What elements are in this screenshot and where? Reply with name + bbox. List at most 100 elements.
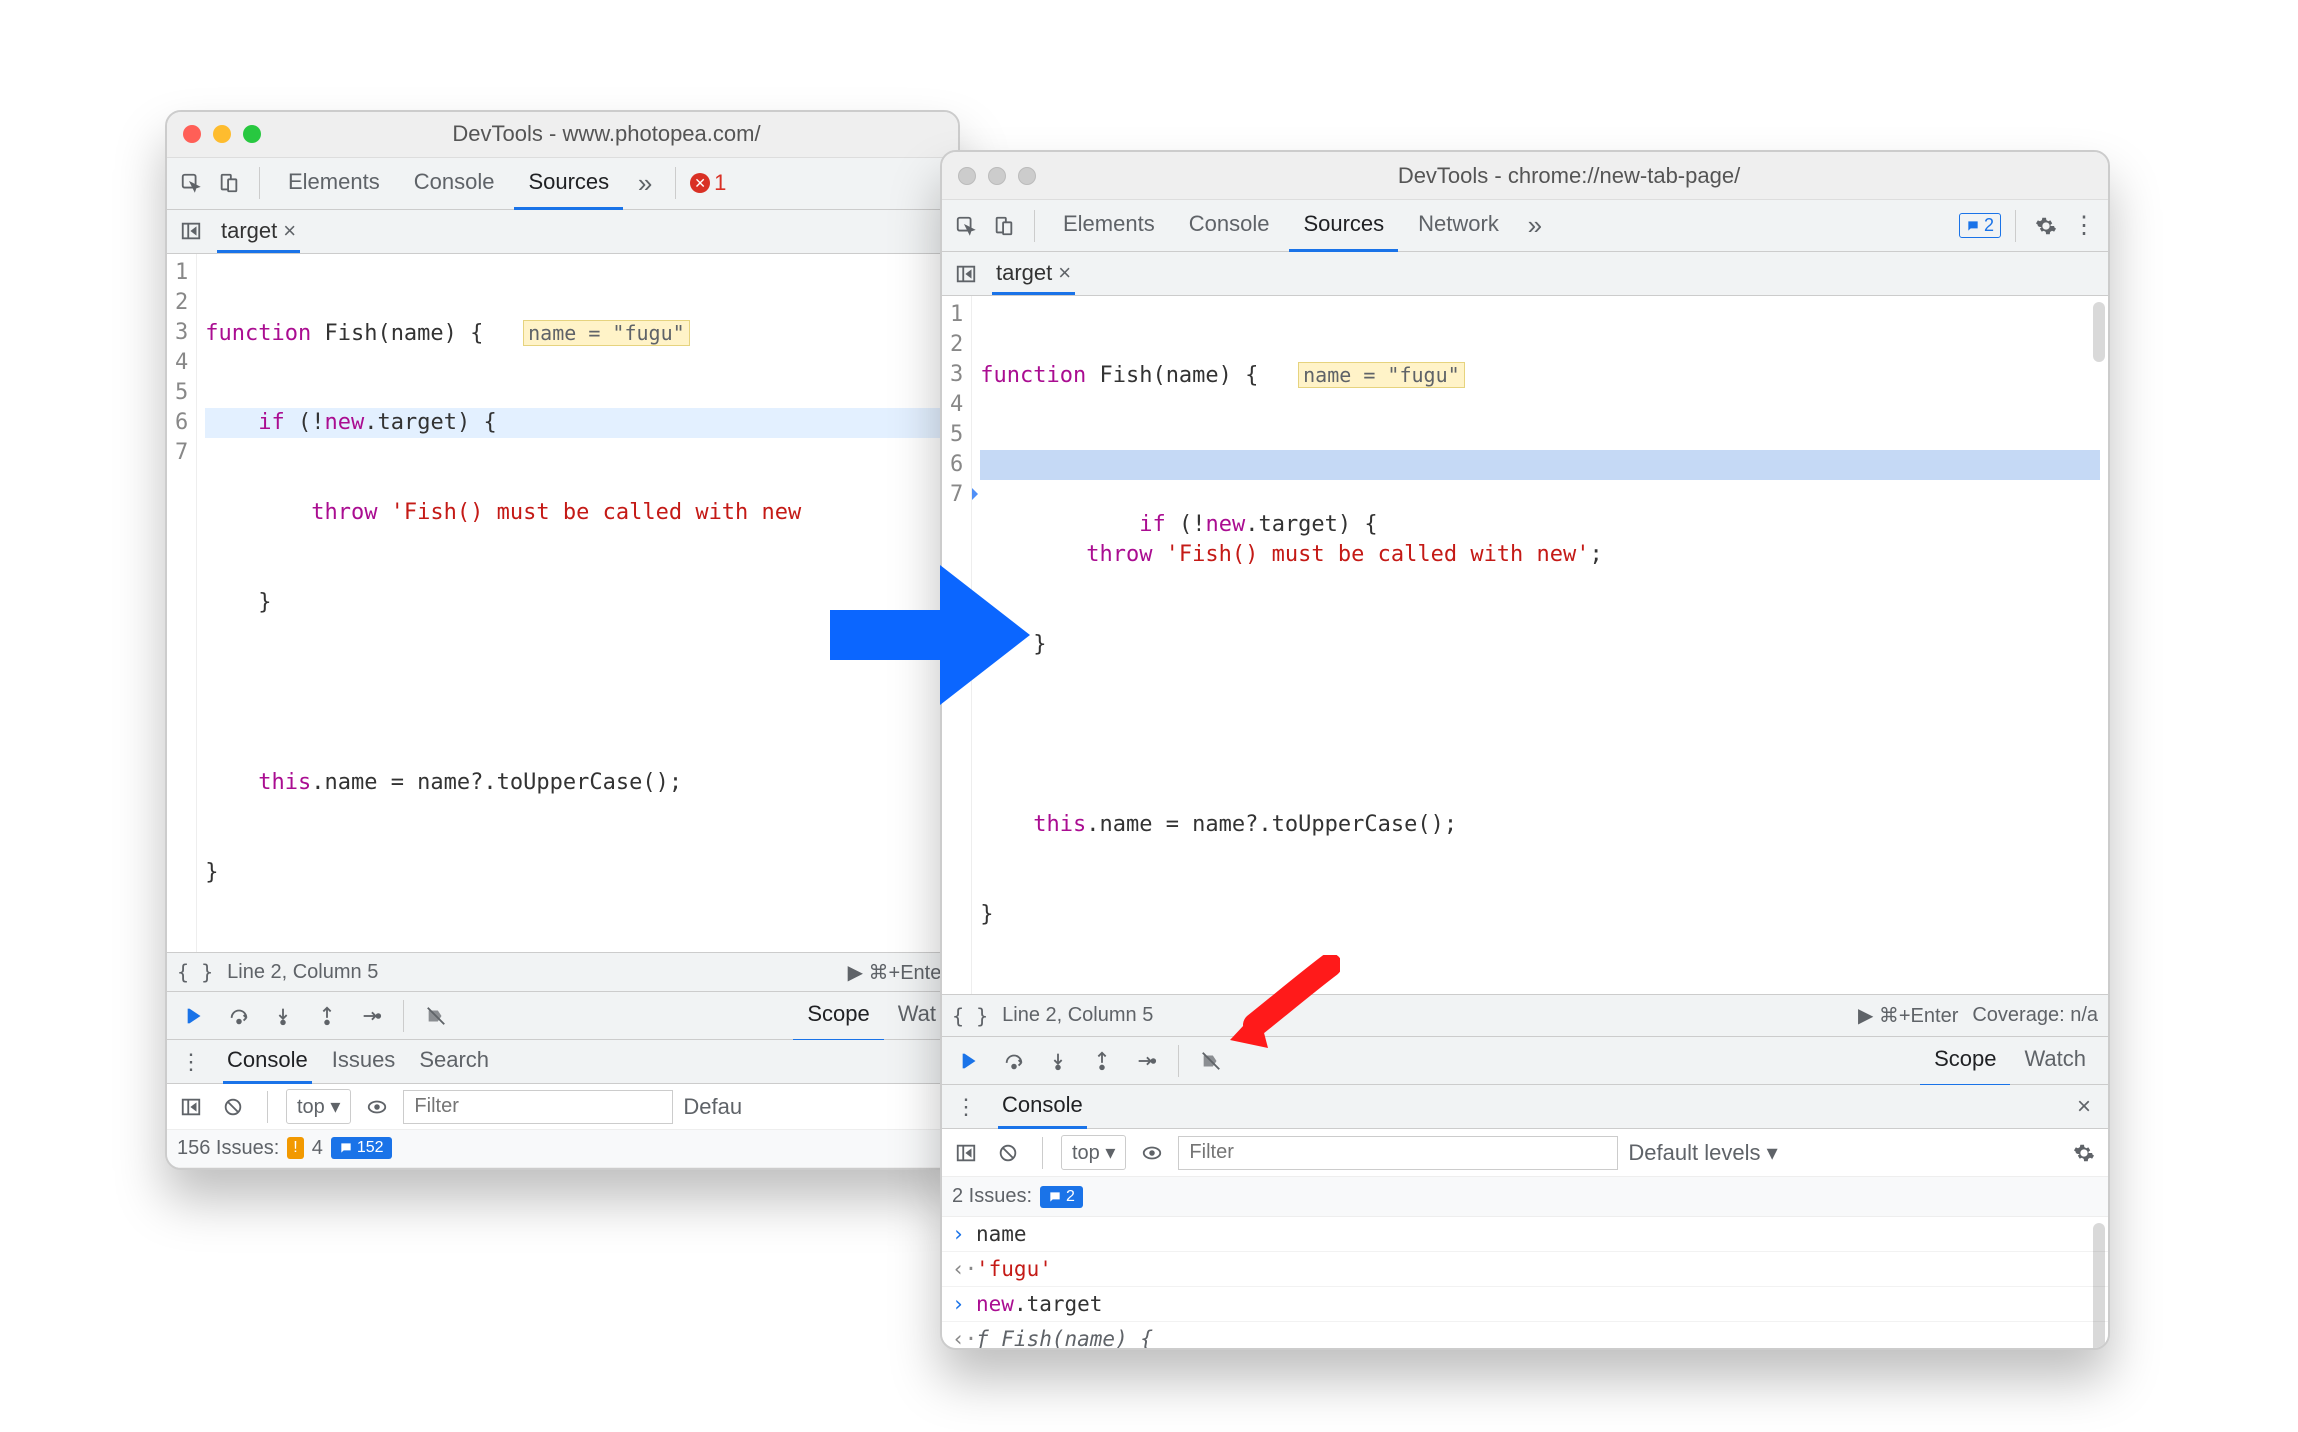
window-title: DevTools - chrome://new-tab-page/ (1046, 163, 2092, 189)
navigator-icon[interactable] (175, 215, 207, 247)
file-tab[interactable]: target × (992, 252, 1075, 295)
scrollbar[interactable] (2093, 302, 2105, 362)
live-expression-icon[interactable] (361, 1091, 393, 1123)
inspect-icon[interactable] (175, 167, 207, 199)
tab-console[interactable]: Console (400, 157, 509, 210)
more-tabs-icon[interactable]: » (1519, 210, 1551, 242)
step-icon[interactable] (351, 998, 391, 1034)
step-icon[interactable] (1126, 1043, 1166, 1079)
resume-icon[interactable] (175, 998, 215, 1034)
drawer-menu-icon[interactable]: ⋮ (950, 1091, 982, 1123)
settings-icon[interactable] (2030, 210, 2062, 242)
tab-scope[interactable]: Scope (1920, 1034, 2010, 1087)
close-tab-icon[interactable]: × (1058, 260, 1071, 286)
tab-sources[interactable]: Sources (514, 157, 623, 210)
console-input: name (976, 1219, 1027, 1249)
console-toolbar: top ▾ Defau (167, 1084, 958, 1130)
device-icon[interactable] (988, 210, 1020, 242)
step-out-icon[interactable] (1082, 1043, 1122, 1079)
run-snippet[interactable]: ▶ ⌘+Enter (1858, 1003, 1958, 1028)
code-editor[interactable]: 1234567 function Fish(name) { name = "fu… (942, 296, 2108, 995)
issues-bar[interactable]: 2 Issues: 2 (942, 1177, 2108, 1217)
step-into-icon[interactable] (1038, 1043, 1078, 1079)
inspect-icon[interactable] (950, 210, 982, 242)
log-levels[interactable]: Default levels ▾ (1628, 1140, 1777, 1166)
drawer-tabs: ⋮ Console Issues Search (167, 1040, 958, 1084)
coverage-label: Coverage: n/a (1972, 1004, 2098, 1027)
clear-console-icon[interactable] (992, 1137, 1024, 1169)
tab-elements[interactable]: Elements (274, 157, 394, 210)
titlebar[interactable]: DevTools - www.photopea.com/ (167, 112, 958, 158)
code-content[interactable]: function Fish(name) { name = "fugu" if (… (972, 296, 2108, 994)
tab-watch[interactable]: Watch (2010, 1034, 2100, 1087)
more-tabs-icon[interactable]: » (629, 167, 661, 199)
device-icon[interactable] (213, 167, 245, 199)
inline-value-hint: name = "fugu" (523, 320, 690, 346)
deactivate-breakpoints-icon[interactable] (416, 998, 456, 1034)
context-selector[interactable]: top ▾ (286, 1089, 351, 1124)
step-into-icon[interactable] (263, 998, 303, 1034)
comparison-arrow-icon (830, 565, 1030, 705)
console-settings-icon[interactable] (2068, 1137, 2100, 1169)
kebab-menu-icon[interactable]: ⋮ (2068, 210, 2100, 242)
file-tab-label: target (221, 218, 277, 244)
editor-statusbar: { } Line 2, Column 5 ▶ ⌘+Enter Coverage:… (942, 995, 2108, 1037)
file-tabstrip: target × (167, 210, 958, 254)
scrollbar[interactable] (2093, 1223, 2105, 1348)
drawer-tab-console[interactable]: Console (998, 1084, 1087, 1129)
annotation-arrow-icon (1220, 955, 1340, 1055)
console-toolbar: top ▾ Default levels ▾ (942, 1129, 2108, 1177)
drawer-tab-console[interactable]: Console (223, 1039, 312, 1084)
drawer-menu-icon[interactable]: ⋮ (175, 1046, 207, 1078)
cursor-position: Line 2, Column 5 (1002, 1004, 1153, 1027)
error-count: 1 (714, 170, 726, 196)
drawer-tabs: ⋮ Console × (942, 1085, 2108, 1129)
clear-console-icon[interactable] (217, 1091, 249, 1123)
tab-sources[interactable]: Sources (1289, 199, 1398, 252)
step-over-icon[interactable] (219, 998, 259, 1034)
tab-network[interactable]: Network (1404, 199, 1513, 252)
run-snippet[interactable]: ▶ ⌘+Enter (848, 960, 948, 985)
zoom-dot[interactable] (243, 125, 261, 143)
filter-input[interactable] (1178, 1136, 1618, 1170)
minimize-dot[interactable] (213, 125, 231, 143)
step-over-icon[interactable] (994, 1043, 1034, 1079)
context-selector[interactable]: top ▾ (1061, 1135, 1126, 1170)
step-out-icon[interactable] (307, 998, 347, 1034)
error-count-badge[interactable]: ✕1 (690, 170, 726, 196)
traffic-lights[interactable] (183, 125, 261, 143)
warn-badge-icon: ! (287, 1137, 303, 1159)
console-output[interactable]: ›name ‹·'fugu' ›new.target ‹· ƒ Fish(nam… (942, 1217, 2108, 1348)
issues-label: 2 Issues: (952, 1185, 1032, 1208)
traffic-lights[interactable] (958, 167, 1036, 185)
close-drawer-icon[interactable]: × (2068, 1091, 2100, 1123)
drawer-tab-search[interactable]: Search (415, 1039, 493, 1084)
close-tab-icon[interactable]: × (283, 218, 296, 244)
log-levels[interactable]: Defau (683, 1094, 742, 1120)
zoom-dot[interactable] (1018, 167, 1036, 185)
pretty-print-icon[interactable]: { } (177, 960, 213, 984)
issues-label: 156 Issues: (177, 1137, 279, 1160)
drawer-tab-issues[interactable]: Issues (328, 1039, 400, 1084)
output-chevron-icon: ‹· (952, 1324, 966, 1348)
info-count-badge[interactable]: 2 (1959, 213, 2001, 238)
file-tabstrip: target × (942, 252, 2108, 296)
resume-icon[interactable] (950, 1043, 990, 1079)
function-preview[interactable]: ƒ Fish(name) { if (!new.target) { throw … (976, 1324, 1570, 1348)
file-tab[interactable]: target × (217, 210, 300, 253)
filter-input[interactable] (403, 1090, 673, 1124)
titlebar[interactable]: DevTools - chrome://new-tab-page/ (942, 152, 2108, 200)
close-dot[interactable] (183, 125, 201, 143)
close-dot[interactable] (958, 167, 976, 185)
console-sidebar-icon[interactable] (950, 1137, 982, 1169)
warn-count: 4 (312, 1137, 323, 1160)
tab-elements[interactable]: Elements (1049, 199, 1169, 252)
tab-scope[interactable]: Scope (793, 989, 883, 1042)
navigator-icon[interactable] (950, 258, 982, 290)
tab-console[interactable]: Console (1175, 199, 1284, 252)
console-sidebar-icon[interactable] (175, 1091, 207, 1123)
live-expression-icon[interactable] (1136, 1137, 1168, 1169)
pretty-print-icon[interactable]: { } (952, 1004, 988, 1028)
minimize-dot[interactable] (988, 167, 1006, 185)
issues-bar[interactable]: 156 Issues: ! 4 152 (167, 1130, 958, 1168)
